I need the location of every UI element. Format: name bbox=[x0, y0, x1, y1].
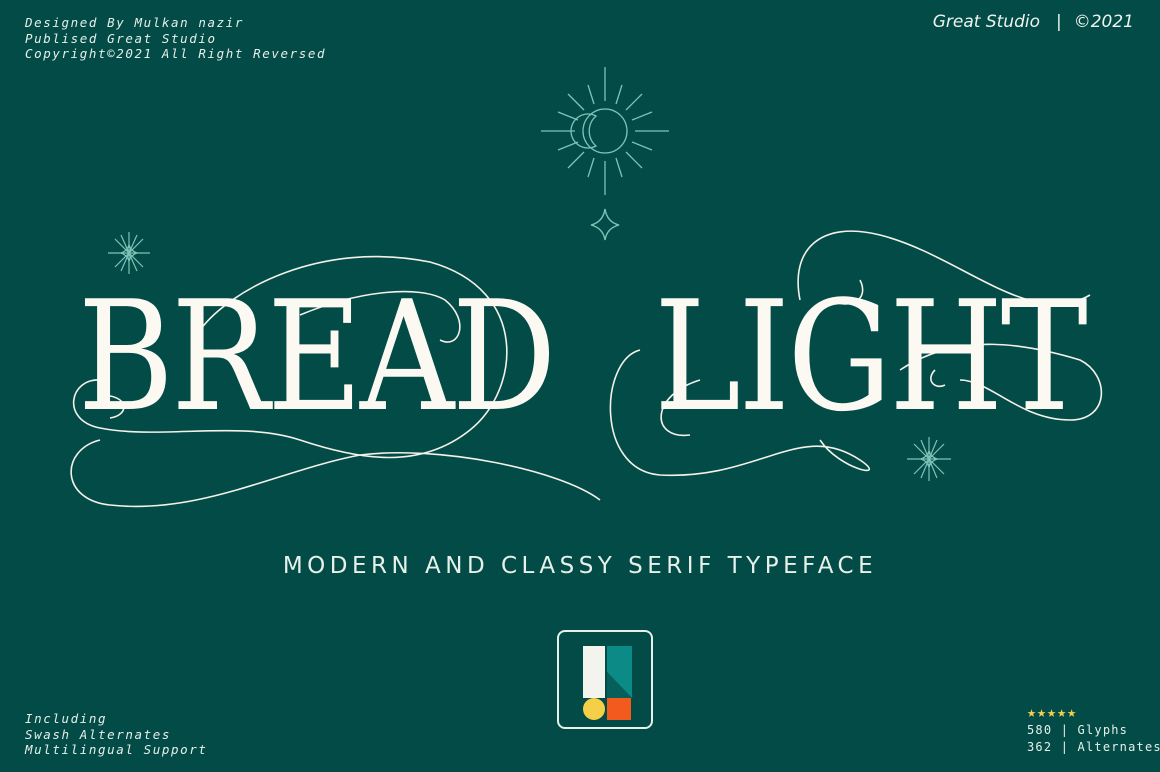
publisher-credit: Publised Great Studio bbox=[25, 30, 217, 46]
copyright-notice: Copyright©2021 All Right Reversed bbox=[25, 46, 327, 61]
feature-item: Multilingual Support bbox=[25, 742, 208, 757]
sun-ornament-icon bbox=[541, 67, 669, 195]
font-stats: ★★★★★ 580 | Glyphs 362 | Alternates bbox=[1027, 703, 1160, 756]
designer-credit: Designed By Mulkan nazir bbox=[25, 15, 245, 30]
title-word-light: LIGHT bbox=[654, 268, 1088, 445]
glyph-count: 580 | Glyphs bbox=[1027, 723, 1129, 737]
four-point-star-icon bbox=[590, 208, 620, 241]
studio-logo-graphic bbox=[583, 646, 632, 720]
studio-name: Great Studio bbox=[932, 12, 1040, 32]
font-title: BREAD LIGHT bbox=[0, 272, 1160, 442]
studio-header: Great Studio | ©2021 bbox=[933, 12, 1134, 32]
tagline: MODERN AND CLASSY SERIF TYPEFACE bbox=[282, 553, 878, 579]
feature-item: Swash Alternates bbox=[25, 726, 172, 742]
credits-block: Designed By Mulkan nazir Publised Great … bbox=[25, 15, 326, 62]
title-word-bread: BREAD bbox=[78, 268, 557, 445]
alternates-count: 362 | Alternates bbox=[1027, 740, 1160, 754]
rating-stars: ★★★★★ bbox=[1027, 703, 1078, 721]
studio-separator: | bbox=[1056, 12, 1062, 32]
features-list: Including Swash Alternates Multilingual … bbox=[25, 711, 208, 758]
features-heading: Including bbox=[25, 711, 108, 726]
studio-year: ©2021 bbox=[1073, 12, 1134, 32]
studio-logo-icon bbox=[557, 630, 653, 729]
